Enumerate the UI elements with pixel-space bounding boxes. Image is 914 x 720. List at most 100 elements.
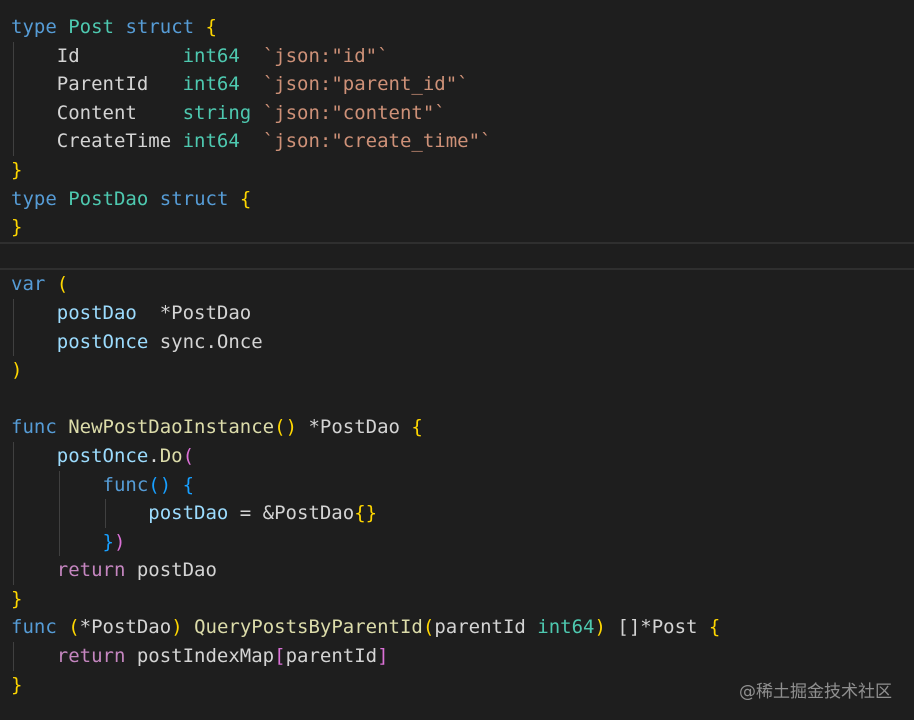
code-token: *PostDao [297,416,412,439]
indent-guide [13,327,14,357]
code-line[interactable]: ParentId int64 `json:"parent_id"` [0,70,914,99]
code-line[interactable]: postOnce sync.Once [0,327,914,357]
code-line[interactable]: }) [0,527,914,557]
code-token: type [11,187,57,210]
code-line[interactable]: CreateTime int64 `json:"create_time"` [0,127,914,156]
code-token: postOnce [56,330,149,353]
code-token: postOnce [56,444,149,467]
code-editor[interactable]: type Post struct { Id int64 `json:"id"` … [0,13,914,699]
code-line[interactable]: postDao *PostDao [0,298,914,328]
code-line[interactable]: type PostDao struct { [0,185,914,214]
code-token: } [11,216,23,239]
indent-guide [13,556,14,585]
code-token: {} [354,502,378,525]
code-token: func [102,473,149,496]
code-token: { [239,187,252,210]
code-token: type [11,16,57,38]
code-token: () [274,416,298,439]
code-token: } [11,673,23,696]
code-token: return [56,645,126,668]
code-token: int64 [182,44,240,67]
code-line[interactable]: Id int64 `json:"id"` [0,41,914,71]
code-token: ( [56,273,69,296]
code-token: CreateTime [56,130,183,153]
code-line[interactable]: postDao = &PostDao{} [0,499,914,528]
code-token: = &PostDao [228,502,355,525]
code-token: { [205,16,217,38]
code-token: ) [113,530,126,553]
code-token: *PostDao [136,301,252,324]
code-token: PostDao [68,187,149,210]
code-line[interactable]: postOnce.Do( [0,441,914,471]
code-line[interactable]: func() { [0,470,914,500]
indent-guide [58,470,60,500]
code-token: { [708,616,721,639]
code-line[interactable]: } [0,585,914,614]
code-token: Id [56,44,183,67]
indent-guide [58,499,60,528]
indent-guide [13,98,14,128]
code-token: . [148,444,160,467]
code-token: int64 [182,130,240,153]
code-token: } [11,158,23,181]
code-token: func [11,416,57,439]
code-line[interactable]: ) [0,356,914,385]
code-token: `json:"parent_id"` [262,73,469,96]
indent-guide [104,499,106,528]
code-token: []*Post [605,616,709,639]
code-line[interactable]: } [0,213,914,242]
indent-guide [13,470,14,500]
code-line[interactable]: type Post struct { [0,13,914,42]
code-line[interactable]: Content string `json:"content"` [0,98,914,128]
code-token: postDao [125,559,217,582]
code-line[interactable]: return postIndexMap[parentId] [0,642,914,671]
code-token: struct [125,16,195,38]
code-token: string [182,101,252,124]
code-line[interactable]: var ( [0,270,914,299]
indent-guide [13,298,14,328]
code-token: return [56,559,126,582]
indent-guide [13,70,14,99]
code-token: Post [68,16,114,38]
code-token: NewPostDaoInstance [68,416,275,439]
code-token: ) [594,616,606,639]
code-token: Do [159,444,183,467]
code-token: { [411,416,423,439]
code-token: [ [274,645,286,668]
code-line[interactable] [0,385,914,414]
code-line[interactable] [0,241,914,271]
code-line[interactable]: func (*PostDao) QueryPostsByParentId(par… [0,613,914,642]
code-line[interactable]: return postDao [0,556,914,585]
code-token: ) [11,359,23,382]
code-token: ParentId [56,73,183,96]
code-token: *PostDao [79,616,172,639]
code-token: int64 [182,73,240,96]
code-token: } [11,587,23,610]
code-token: ( [422,616,435,639]
code-token: ( [68,616,80,639]
code-line[interactable]: } [0,156,914,185]
code-token: `json:"content"` [262,101,446,124]
code-token: { [182,473,195,496]
indent-guide [13,441,14,471]
code-line[interactable]: func NewPostDaoInstance() *PostDao { [0,413,914,442]
code-token: QueryPostsByParentId [194,616,423,639]
